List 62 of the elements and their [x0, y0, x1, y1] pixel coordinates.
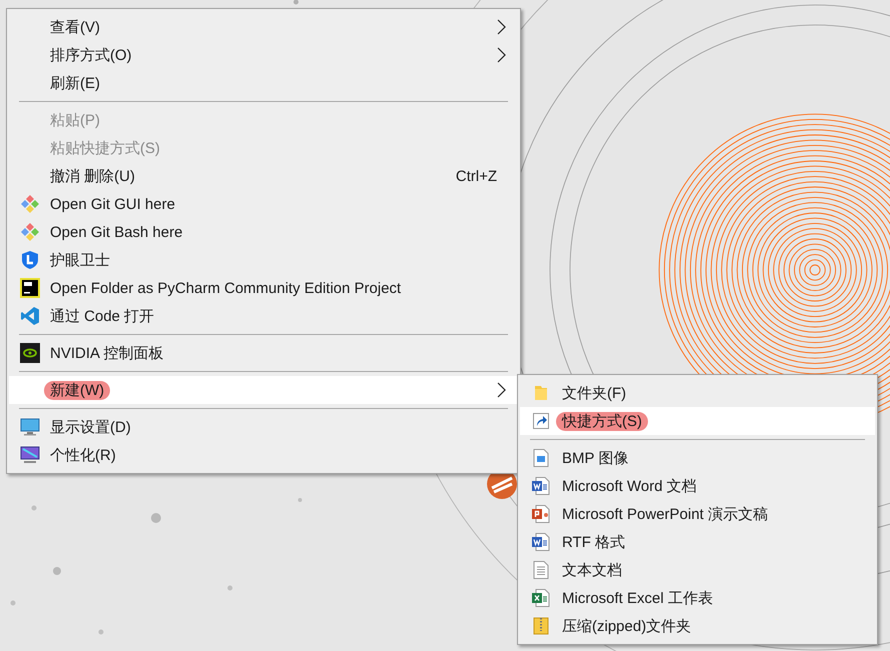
- menu-item[interactable]: Microsoft Word 文档: [520, 472, 875, 500]
- menu-item[interactable]: 新建(W): [9, 376, 518, 404]
- menu-item-label: 压缩(zipped)文件夹: [562, 616, 692, 636]
- menu-item[interactable]: 快捷方式(S): [520, 407, 875, 435]
- menu-item-label: 文本文档: [562, 560, 622, 580]
- menu-item-label: 快捷方式(S): [556, 412, 648, 430]
- diamond-icon: [20, 194, 40, 214]
- menu-item-label: Open Git Bash here: [50, 224, 183, 240]
- menu-item[interactable]: 刷新(E): [9, 69, 518, 97]
- menu-item[interactable]: 文本文档: [520, 556, 875, 584]
- menu-item-label: Microsoft Excel 工作表: [562, 588, 713, 608]
- word-file-icon: [532, 533, 550, 551]
- eye-logo-icon: [20, 343, 40, 363]
- menu-item-label: RTF 格式: [562, 532, 626, 552]
- menu-item-label: 粘贴快捷方式(S): [50, 138, 160, 158]
- menu-item[interactable]: 通过 Code 打开: [9, 302, 518, 330]
- menu-item-label: 新建(W): [44, 380, 110, 400]
- menu-item[interactable]: RTF 格式: [520, 528, 875, 556]
- monitor-icon: [20, 417, 40, 437]
- menu-item-label: Microsoft PowerPoint 演示文稿: [562, 504, 768, 524]
- menu-item-label: Microsoft Word 文档: [562, 476, 697, 496]
- image-file-icon: [533, 449, 549, 467]
- spreadsheet-file-icon: [532, 589, 550, 607]
- shield-icon: [20, 250, 40, 270]
- menu-item[interactable]: 排序方式(O): [9, 41, 518, 69]
- text-file-icon: [533, 561, 549, 579]
- folder-icon: [533, 384, 549, 402]
- menu-item[interactable]: Open Git GUI here: [9, 190, 518, 218]
- menu-item-label: 文件夹(F): [562, 384, 626, 402]
- menu-item[interactable]: 文件夹(F): [520, 379, 875, 407]
- diamond-icon: [20, 222, 40, 242]
- menu-item-label: 护眼卫士: [50, 250, 110, 270]
- menu-item-label: 撤消 删除(U): [50, 166, 135, 186]
- menu-item[interactable]: 压缩(zipped)文件夹: [520, 612, 875, 640]
- menu-item-label: Open Folder as PyCharm Community Edition Project: [50, 280, 401, 296]
- menu-item-label: 刷新(E): [50, 74, 100, 92]
- word-file-icon: [532, 477, 550, 495]
- menu-item-label: 个性化(R): [50, 446, 116, 464]
- presentation-file-icon: [532, 505, 550, 523]
- menu-item[interactable]: Microsoft PowerPoint 演示文稿: [520, 500, 875, 528]
- code-editor-icon: [20, 306, 40, 326]
- menu-item[interactable]: 护眼卫士: [9, 246, 518, 274]
- monitor-brush-icon: [20, 445, 40, 465]
- menu-item-label: Open Git GUI here: [50, 196, 176, 212]
- menu-item[interactable]: Open Git Bash here: [9, 218, 518, 246]
- menu-item-label: 通过 Code 打开: [50, 306, 154, 326]
- menu-item[interactable]: 查看(V): [9, 13, 518, 41]
- menu-item[interactable]: NVIDIA 控制面板: [9, 339, 518, 367]
- menu-item-label: 排序方式(O): [50, 46, 132, 64]
- menu-item[interactable]: Microsoft Excel 工作表: [520, 584, 875, 612]
- menu-item-label: 粘贴(P): [50, 110, 100, 130]
- menu-item[interactable]: BMP 图像: [520, 444, 875, 472]
- menu-item[interactable]: 显示设置(D): [9, 413, 518, 441]
- shortcut-text: Ctrl+Z: [456, 168, 497, 184]
- menu-item[interactable]: Open Folder as PyCharm Community Edition Project: [9, 274, 518, 302]
- menu-item[interactable]: 撤消 删除(U) Ctrl+Z: [9, 162, 518, 190]
- menu-item-label: 显示设置(D): [50, 418, 131, 436]
- menu-item[interactable]: 个性化(R): [9, 441, 518, 469]
- menu-item-label: BMP 图像: [562, 448, 628, 468]
- menu-item-label: NVIDIA 控制面板: [50, 344, 164, 362]
- menu-item-label: 查看(V): [50, 18, 100, 36]
- zip-folder-icon: [533, 617, 549, 635]
